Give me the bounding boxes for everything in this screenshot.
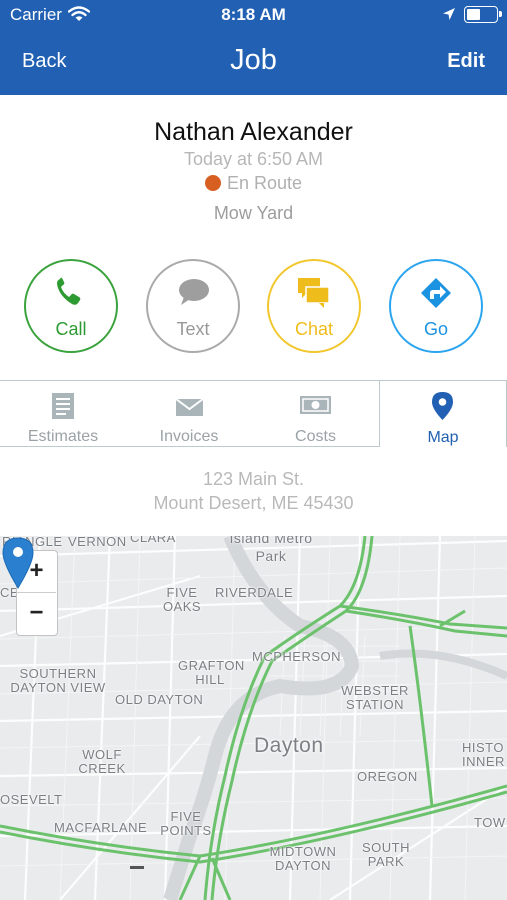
status-bar: Carrier 8:18 AM: [0, 0, 507, 30]
map-label-old-dayton: OLD DAYTON: [115, 692, 204, 707]
page-title: Job: [230, 44, 277, 76]
map-pin-icon: [432, 391, 453, 420]
chat-button[interactable]: Chat: [267, 259, 361, 353]
clock: 8:18 AM: [221, 5, 286, 24]
chat-bubbles-icon: [298, 278, 330, 308]
text-button[interactable]: Text: [146, 259, 240, 353]
map-view[interactable]: RIANGLE VERNON CLARA Island Metro Park F…: [0, 536, 507, 900]
customer-name: Nathan Alexander: [154, 118, 353, 146]
map-label-wolf-creek: WOLF CREEK: [78, 747, 126, 776]
map-label-five-oaks: FIVE OAKS: [162, 585, 202, 614]
map-label-clara: CLARA: [130, 536, 176, 545]
map-label-riverdale: RIVERDALE: [215, 585, 294, 600]
map-label-histo-inner: HISTO INNER: [462, 740, 505, 769]
document-icon: [52, 393, 74, 419]
zoom-out-button[interactable]: −: [17, 593, 56, 635]
job-status-label: En Route: [226, 173, 303, 193]
map-label-osevelt: OSEVELT: [0, 792, 63, 807]
phone-icon: [57, 277, 81, 305]
text-label: Text: [176, 319, 210, 339]
map-label-vernon: VERNON: [68, 536, 127, 549]
edit-button[interactable]: Edit: [447, 50, 485, 73]
address-line-1: 123 Main St.: [202, 469, 305, 489]
map-label-midtown-dayton: MIDTOWN DAYTON: [269, 844, 337, 873]
tab-map-label: Map: [427, 428, 459, 446]
address-line-2: Mount Desert, ME 45430: [153, 493, 354, 513]
map-label-southern-dayton-view: SOUTHERN DAYTON VIEW: [10, 666, 106, 695]
battery-icon: [464, 6, 502, 23]
map-label-mcpherson: MCPHERSON: [252, 649, 342, 664]
map-city-label: Dayton: [254, 734, 324, 757]
map-label-south-park: SOUTH PARK: [362, 840, 410, 869]
tab-estimates[interactable]: Estimates: [0, 381, 126, 446]
envelope-icon: [175, 398, 204, 416]
tab-costs-label: Costs: [295, 428, 336, 445]
map-label-macfarlane: MACFARLANE: [54, 820, 148, 835]
cash-icon: [300, 396, 331, 414]
job-type: Mow Yard: [213, 203, 294, 223]
go-label: Go: [423, 319, 448, 339]
appointment-time: Today at 6:50 AM: [183, 149, 324, 169]
call-label: Call: [55, 319, 87, 339]
app-header: Carrier 8:18 AM Back Job Edit: [0, 0, 507, 95]
tab-invoices[interactable]: Invoices: [126, 381, 252, 446]
directions-icon: [421, 278, 451, 308]
tab-invoices-label: Invoices: [159, 428, 219, 445]
job-status: En Route: [0, 173, 507, 194]
map-label-grafton-hill: GRAFTON HILL: [178, 658, 245, 687]
chat-label: Chat: [294, 319, 334, 339]
map-label-webster-station: WEBSTER STATION: [341, 683, 409, 712]
map-label-tow: TOW: [474, 815, 506, 830]
map-label-oregon: OREGON: [357, 769, 418, 784]
speech-bubble-icon: [179, 279, 209, 305]
go-button[interactable]: Go: [389, 259, 483, 353]
map-label-five-points: FIVE POINTS: [160, 809, 212, 838]
call-button[interactable]: Call: [24, 259, 118, 353]
tab-estimates-label: Estimates: [27, 428, 99, 445]
status-dot-icon: [204, 175, 221, 191]
tab-map[interactable]: Map: [379, 379, 507, 447]
location-arrow-icon: [443, 8, 455, 20]
job-tabs: Estimates Invoices Costs Map: [0, 379, 507, 447]
map-label-island-metro-park: Island Metro Park: [229, 536, 313, 564]
location-marker-icon[interactable]: [0, 536, 36, 590]
tab-costs[interactable]: Costs: [252, 381, 379, 446]
